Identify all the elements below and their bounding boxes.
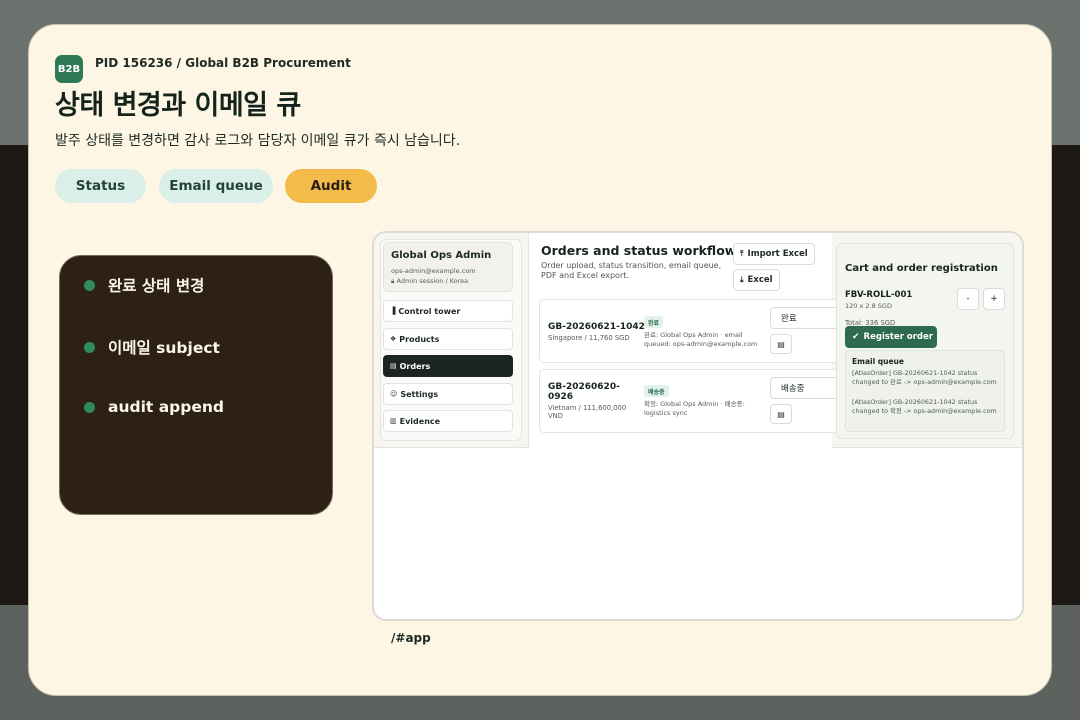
order-row: GB-20260621-1042 Singapore / 11,760 SGD … (539, 299, 850, 363)
status-badge: 완료 (644, 316, 664, 328)
order-note: 완료: Global Ops Admin · email queued: ops… (644, 331, 758, 348)
orders-description: Order upload, status transition, email q… (541, 261, 722, 280)
tab-audit[interactable]: Audit (285, 169, 377, 203)
excel-export-button[interactable]: ⤓ Excel (733, 269, 780, 291)
order-id: GB-20260620-0926 (548, 382, 620, 402)
cart-panel: Cart and order registration FBV-ROLL-001… (836, 243, 1014, 439)
sidebar-item-evidence[interactable]: ▥ Evidence (383, 410, 513, 432)
order-meta: Singapore / 11,760 SGD (548, 334, 630, 342)
pdf-icon[interactable]: ▤ (770, 404, 792, 424)
step-item: 이메일 subject (84, 336, 220, 358)
sidebar-item-label: Products (399, 334, 440, 344)
sidebar-item-label: Control tower (398, 306, 461, 316)
orders-main: Orders and status workflow Order upload,… (528, 233, 850, 448)
order-meta: Vietnam / 111,600,000 VND (548, 404, 627, 420)
quantity-decrease-button[interactable]: - (957, 288, 979, 310)
admin-session: 🔒︎ Admin session / Korea (391, 277, 468, 286)
step-dot-icon (84, 279, 95, 291)
step-item: 완료 상태 변경 (84, 274, 204, 296)
quantity-increase-button[interactable]: + (983, 288, 1005, 310)
register-order-label: Register order (863, 332, 933, 342)
step-label: 이메일 subject (108, 339, 220, 357)
cart-title: Cart and order registration (845, 263, 998, 274)
status-badge: 배송중 (644, 385, 669, 397)
admin-session-label: Admin session / Korea (396, 277, 469, 285)
email-queue-item: [AtlasOrder] GB-20260621-1042 status cha… (852, 398, 997, 415)
pdf-icon[interactable]: ▤ (770, 334, 792, 354)
sidebar-item-label: Evidence (399, 416, 441, 426)
order-row: GB-20260620-0926 Vietnam / 111,600,000 V… (539, 369, 850, 433)
sidebar: Global Ops Admin ops-admin@example.com 🔒… (380, 239, 522, 441)
sidebar-item-orders[interactable]: ▤ Orders (383, 355, 513, 377)
app-area: Global Ops Admin ops-admin@example.com 🔒… (374, 233, 1022, 448)
sidebar-item-label: Settings (400, 389, 439, 399)
email-queue-title: Email queue (852, 357, 904, 366)
check-circle-icon: ✔ (852, 332, 860, 342)
app-preview-frame: Global Ops Admin ops-admin@example.com 🔒… (372, 231, 1024, 621)
step-label: audit append (108, 398, 225, 416)
route-path: /#app (391, 631, 431, 645)
step-label: 완료 상태 변경 (108, 277, 205, 295)
download-icon: ⤓ (740, 275, 744, 284)
users-gear-icon: ☺ (390, 390, 398, 398)
sidebar-item-products[interactable]: ❖ Products (383, 328, 513, 350)
page-subtitle: 발주 상태를 변경하면 감사 로그와 담당자 이메일 큐가 즉시 남습니다. (55, 133, 461, 149)
steps-panel: 완료 상태 변경 이메일 subject audit append (59, 255, 333, 515)
sidebar-item-settings[interactable]: ☺ Settings (383, 383, 513, 405)
step-dot-icon (84, 401, 95, 413)
order-id: GB-20260621-1042 (548, 322, 645, 332)
pid-label: PID 156236 / Global B2B Procurement (95, 56, 351, 70)
admin-email: ops-admin@example.com (391, 267, 476, 275)
page-title: 상태 변경과 이메일 큐 (55, 90, 301, 121)
import-excel-button[interactable]: ⤒ Import Excel (733, 243, 815, 265)
excel-export-label: Excel (747, 275, 773, 285)
email-queue-box: Email queue [AtlasOrder] GB-20260621-104… (845, 350, 1005, 432)
tab-status[interactable]: Status (55, 169, 146, 203)
import-excel-label: Import Excel (747, 249, 808, 259)
email-queue-item: [AtlasOrder] GB-20260621-1042 status cha… (852, 369, 997, 386)
cart-sku-meta: 120 x 2.8 SGD (845, 302, 892, 310)
admin-card: Global Ops Admin ops-admin@example.com 🔒… (383, 242, 513, 292)
document-icon: ▥ (390, 417, 397, 425)
step-item: audit append (84, 398, 224, 416)
tab-email-queue[interactable]: Email queue (159, 169, 273, 203)
register-order-button[interactable]: ✔ Register order (845, 326, 937, 348)
admin-name: Global Ops Admin (391, 250, 492, 261)
slide-card: B2B PID 156236 / Global B2B Procurement … (28, 24, 1052, 696)
sidebar-item-control-tower[interactable]: ▐ Control tower (383, 300, 513, 322)
boxes-icon: ❖ (390, 335, 397, 343)
upload-icon: ⤒ (740, 249, 744, 258)
b2b-badge: B2B (55, 55, 83, 83)
clipboard-icon: ▤ (390, 362, 397, 370)
order-note: 확정: Global Ops Admin · 배송중: logistics sy… (644, 400, 745, 417)
step-dot-icon (84, 341, 95, 353)
cart-sku: FBV-ROLL-001 (845, 290, 913, 300)
bar-chart-icon: ▐ (390, 307, 396, 315)
lock-icon: 🔒︎ (391, 277, 395, 285)
orders-title: Orders and status workflow (541, 243, 737, 258)
sidebar-item-label: Orders (399, 361, 431, 371)
